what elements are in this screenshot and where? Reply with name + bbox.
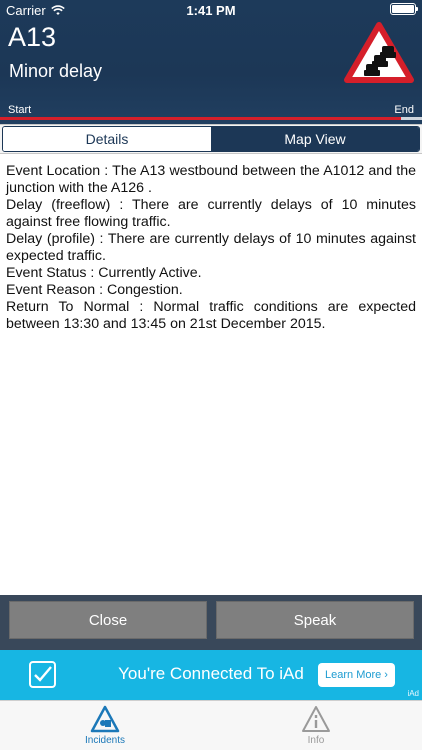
route-start-label: Start bbox=[8, 104, 32, 116]
incidents-icon bbox=[90, 705, 120, 733]
detail-line: Event Status : Currently Active. bbox=[6, 265, 202, 281]
incident-header: Carrier 1:41 PM A13 Minor delay Start En… bbox=[0, 0, 422, 124]
tab-details[interactable]: Details bbox=[3, 127, 211, 151]
iad-banner[interactable]: You're Connected To iAd Learn More › iAd bbox=[0, 650, 422, 700]
view-switcher: Details Map View bbox=[0, 124, 422, 154]
queue-warning-sign-icon bbox=[344, 22, 414, 83]
detail-line: Event Reason : Congestion. bbox=[6, 282, 183, 298]
action-bar: Close Speak bbox=[0, 595, 422, 650]
battery-indicator bbox=[390, 3, 418, 15]
battery-icon bbox=[390, 3, 418, 15]
route-progress-bar bbox=[0, 117, 422, 120]
speak-button[interactable]: Speak bbox=[216, 601, 414, 639]
close-button[interactable]: Close bbox=[9, 601, 207, 639]
detail-line: Return To Normal : Normal traffic condit… bbox=[6, 299, 416, 332]
route-progress-fill bbox=[0, 117, 401, 120]
tabbar-label-incidents: Incidents bbox=[84, 735, 126, 746]
tabbar-item-incidents[interactable]: Incidents bbox=[75, 705, 135, 746]
tab-bar: Incidents Info bbox=[0, 700, 422, 750]
tabbar-item-info[interactable]: Info bbox=[286, 705, 346, 746]
tab-map-view[interactable]: Map View bbox=[211, 127, 419, 151]
severity-label: Minor delay bbox=[9, 61, 103, 81]
incident-details: Event Location : The A13 westbound betwe… bbox=[6, 163, 416, 333]
learn-more-button[interactable]: Learn More › bbox=[318, 663, 395, 687]
iad-mark: iAd bbox=[407, 689, 419, 698]
detail-line: Delay (profile) : There are currently de… bbox=[6, 231, 416, 264]
detail-line: Event Location : The A13 westbound betwe… bbox=[6, 163, 416, 196]
status-time: 1:41 PM bbox=[186, 3, 236, 18]
status-bar: Carrier 1:41 PM bbox=[0, 0, 422, 22]
tabbar-label-info: Info bbox=[307, 735, 325, 746]
detail-line: Delay (freeflow) : There are currently d… bbox=[6, 197, 416, 230]
info-icon bbox=[302, 706, 330, 732]
route-end-label: End bbox=[394, 104, 414, 116]
road-title: A13 bbox=[8, 22, 57, 52]
